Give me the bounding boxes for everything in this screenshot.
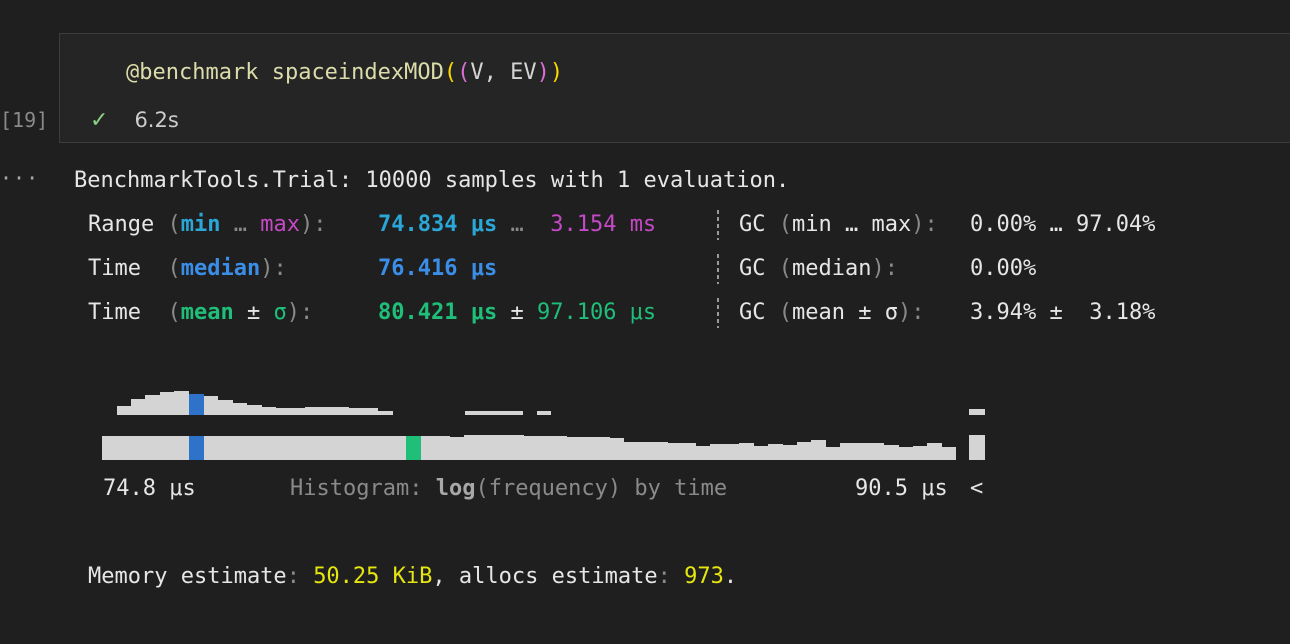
- histogram-overflow-marker: <: [970, 476, 984, 501]
- memory-estimate: Memory estimate: 50.25 KiB, allocs estim…: [88, 564, 738, 589]
- median-marker: [189, 394, 204, 415]
- median-marker-lower: [189, 436, 204, 460]
- histogram-graphic: [102, 210, 985, 460]
- histogram-lower-bars: [102, 435, 985, 460]
- histogram-caption: Histogram: log(frequency) by time: [290, 476, 728, 501]
- mean-marker: [406, 436, 421, 460]
- histogram-upper-bars: [117, 391, 985, 415]
- histogram-max-label: 90.5 μs: [855, 476, 948, 501]
- histogram-min-label: 74.8 μs: [103, 476, 196, 501]
